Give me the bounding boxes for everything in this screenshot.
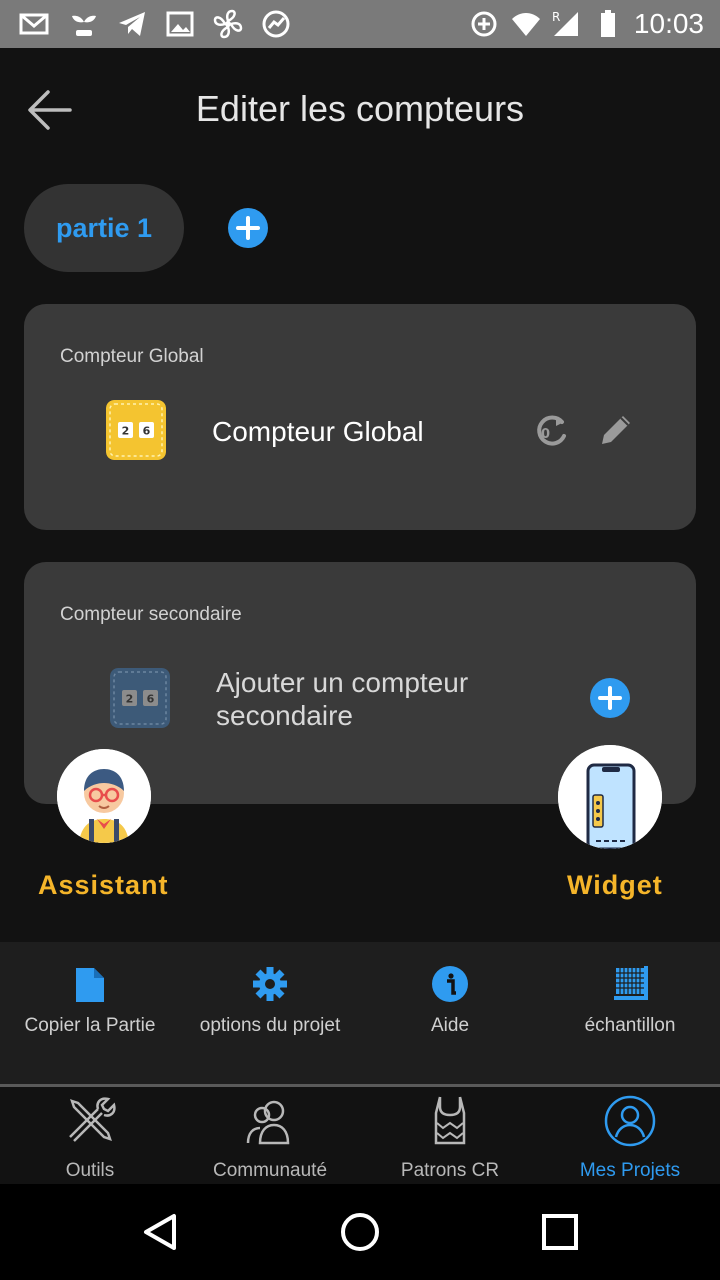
widget-avatar[interactable] [558,745,662,849]
copy-file-icon [76,968,104,1002]
tab-partie-1[interactable]: partie 1 [24,184,184,272]
counter-digit-1: 2 [122,425,130,438]
global-counter-card: Compteur Global 2 6 Compteur Global 0 [24,304,696,530]
swatch-action[interactable]: échantillon [540,942,720,1084]
copy-part-label: Copier la Partie [24,1015,156,1036]
app-header: Editer les compteurs [0,48,720,172]
telegram-icon [119,12,145,36]
svg-text:0: 0 [541,427,550,442]
help-action[interactable]: Aide [360,942,540,1084]
project-options-label: options du projet [199,1015,341,1036]
fan-icon [213,9,243,39]
assistant-avatar[interactable] [57,749,151,843]
add-part-button[interactable] [228,208,268,248]
gmail-icon [19,13,49,35]
tools-icon [69,1097,116,1142]
signal-roaming-icon: R [552,10,578,36]
recents-square-icon[interactable] [538,1210,582,1254]
action-bar: Copier la Partie options du projet Aide … [0,942,720,1084]
copy-part-action[interactable]: Copier la Partie [0,942,180,1084]
global-counter-name[interactable]: Compteur Global [212,416,424,448]
nav-patterns-label: Patrons CR [400,1160,500,1181]
project-options-action[interactable]: options du projet [180,942,360,1084]
status-time: 10:03 [633,8,704,39]
assistant-character-icon [57,749,151,843]
sweater-icon [434,1096,466,1145]
swatch-icon [614,966,648,1000]
nav-patterns[interactable]: Patrons CR [360,1087,540,1184]
widget-label[interactable]: Widget [567,870,663,901]
assistant-label[interactable]: Assistant [38,870,169,901]
battery-icon [601,10,615,37]
bottom-navigation: Outils Communauté Patrons CR Mes Projets [0,1087,720,1184]
secondary-counter-section-label: Compteur secondaire [60,604,242,625]
nav-tools-label: Outils [65,1160,115,1181]
profile-icon [604,1095,656,1147]
swatch-label: échantillon [584,1015,676,1036]
back-triangle-icon[interactable] [138,1210,182,1254]
plant-icon [72,15,96,36]
add-secondary-counter-text[interactable]: Ajouter un compteur secondaire [216,666,536,732]
secondary-counter-digit-2: 6 [147,693,155,706]
nav-my-projects[interactable]: Mes Projets [540,1087,720,1184]
secondary-counter-icon: 2 6 [110,668,170,728]
nav-community[interactable]: Communauté [180,1087,360,1184]
page-title: Editer les compteurs [195,88,525,129]
widget-phone-icon [558,745,662,849]
info-icon [432,966,468,1002]
speedometer-icon [262,10,290,38]
nav-community-label: Communauté [212,1160,328,1181]
help-label: Aide [430,1015,470,1036]
reset-counter-icon[interactable]: 0 [532,410,572,450]
image-icon [166,11,194,37]
counter-digit-2: 6 [143,425,151,438]
add-secondary-counter-button[interactable] [590,678,630,718]
system-navigation-bar [0,1184,720,1280]
status-bar: R 10:03 [0,0,720,48]
nav-my-projects-label: Mes Projets [579,1160,681,1181]
svg-text:R: R [552,10,560,24]
counter-icon[interactable]: 2 6 [106,400,166,460]
community-icon [246,1100,290,1145]
gear-icon [253,967,287,1001]
edit-pencil-icon[interactable] [596,410,636,450]
global-counter-section-label: Compteur Global [60,346,204,367]
nav-tools[interactable]: Outils [0,1087,180,1184]
data-saver-icon [471,11,497,37]
wifi-icon [512,13,540,36]
secondary-counter-digit-1: 2 [126,693,134,706]
home-circle-icon[interactable] [338,1210,382,1254]
